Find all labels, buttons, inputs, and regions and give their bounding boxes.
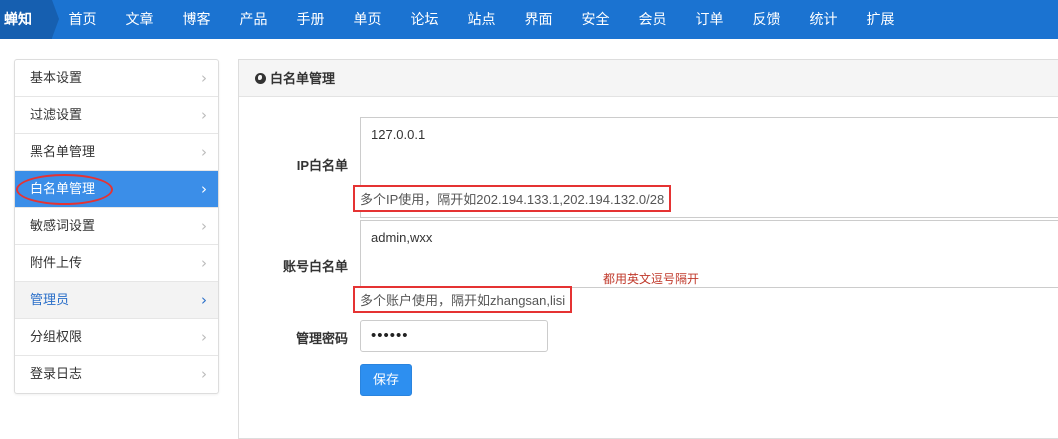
- save-button[interactable]: 保存: [360, 364, 412, 396]
- sidebar-item-attachment-upload[interactable]: 附件上传 ›: [15, 245, 218, 282]
- ip-whitelist-hint: 多个IP使用，隔开如202.194.133.1,202.194.132.0/28: [353, 185, 672, 212]
- account-whitelist-value: admin,wxx: [371, 230, 433, 245]
- sidebar-item-sensitive-words[interactable]: 敏感词设置 ›: [15, 208, 218, 245]
- nav-item-stats[interactable]: 统计: [795, 0, 852, 39]
- sidebar-item-login-log[interactable]: 登录日志 ›: [15, 356, 218, 393]
- sidebar-item-whitelist[interactable]: 白名单管理 ›: [15, 171, 218, 208]
- ip-whitelist-label: IP白名单: [296, 158, 348, 173]
- ip-whitelist-value: 127.0.0.1: [371, 127, 426, 142]
- account-whitelist-label: 账号白名单: [282, 259, 348, 274]
- sidebar-item-label: 管理员: [30, 292, 70, 307]
- sidebar-item-label: 黑名单管理: [30, 144, 96, 159]
- nav-item-blog[interactable]: 博客: [168, 0, 225, 39]
- sidebar-item-label: 过滤设置: [30, 107, 83, 122]
- account-whitelist-hint: 多个账户使用，隔开如zhangsan,lisi: [353, 286, 573, 313]
- sidebar-item-label: 分组权限: [30, 329, 83, 344]
- nav-item-extensions[interactable]: 扩展: [852, 0, 909, 39]
- nav-item-members[interactable]: 会员: [624, 0, 681, 39]
- panel-header: 白名单管理: [239, 60, 1058, 97]
- chevron-right-icon: ›: [201, 143, 207, 161]
- sidebar-item-label: 基本设置: [30, 70, 83, 85]
- nav-item-manual[interactable]: 手册: [282, 0, 339, 39]
- sidebar-item-admins[interactable]: 管理员 ›: [15, 282, 218, 319]
- sidebar-item-blacklist[interactable]: 黑名单管理 ›: [15, 134, 218, 171]
- nav-item-feedback[interactable]: 反馈: [738, 0, 795, 39]
- sidebar-item-basic-settings[interactable]: 基本设置 ›: [15, 60, 218, 97]
- chevron-right-icon: ›: [201, 254, 207, 272]
- sidebar-item-label: 白名单管理: [30, 181, 96, 196]
- admin-password-input[interactable]: ••••••: [360, 320, 548, 352]
- brand-logo[interactable]: 蝉知: [0, 0, 52, 39]
- nav-item-forum[interactable]: 论坛: [396, 0, 453, 39]
- account-whitelist-textarea[interactable]: admin,wxx: [360, 220, 1058, 288]
- sidebar-item-group-permissions[interactable]: 分组权限 ›: [15, 319, 218, 356]
- top-navbar: 蝉知 首页 文章 博客 产品 手册 单页 论坛 站点 界面 安全 会员 订单 反…: [0, 0, 1058, 39]
- admin-password-label: 管理密码: [295, 331, 348, 346]
- chevron-right-icon: ›: [201, 69, 207, 87]
- sidebar-item-label: 登录日志: [30, 366, 83, 381]
- chevron-right-icon: ›: [201, 291, 207, 309]
- nav-item-products[interactable]: 产品: [225, 0, 282, 39]
- sidebar-item-label: 敏感词设置: [30, 218, 96, 233]
- chevron-right-icon: ›: [201, 365, 207, 383]
- chevron-right-icon: ›: [201, 217, 207, 235]
- globe-icon: [255, 73, 266, 84]
- nav-item-site[interactable]: 站点: [453, 0, 510, 39]
- chevron-right-icon: ›: [201, 106, 207, 124]
- comma-note: 都用英文逗号隔开: [603, 272, 700, 286]
- nav-item-security[interactable]: 安全: [567, 0, 624, 39]
- nav-item-home[interactable]: 首页: [54, 0, 111, 39]
- nav-item-pages[interactable]: 单页: [339, 0, 396, 39]
- nav-item-ui[interactable]: 界面: [510, 0, 567, 39]
- sidebar-item-filter-settings[interactable]: 过滤设置 ›: [15, 97, 218, 134]
- nav-item-orders[interactable]: 订单: [681, 0, 738, 39]
- panel-title: 白名单管理: [270, 71, 336, 86]
- nav-item-articles[interactable]: 文章: [111, 0, 168, 39]
- chevron-right-icon: ›: [201, 180, 207, 198]
- sidebar-item-label: 附件上传: [30, 255, 83, 270]
- chevron-right-icon: ›: [201, 328, 207, 346]
- sidebar-menu: 基本设置 › 过滤设置 › 黑名单管理 › 白名单管理 › 敏感词设置 › 附件…: [14, 59, 219, 394]
- main-menu: 首页 文章 博客 产品 手册 单页 论坛 站点 界面 安全 会员 订单 反馈 统…: [54, 0, 909, 39]
